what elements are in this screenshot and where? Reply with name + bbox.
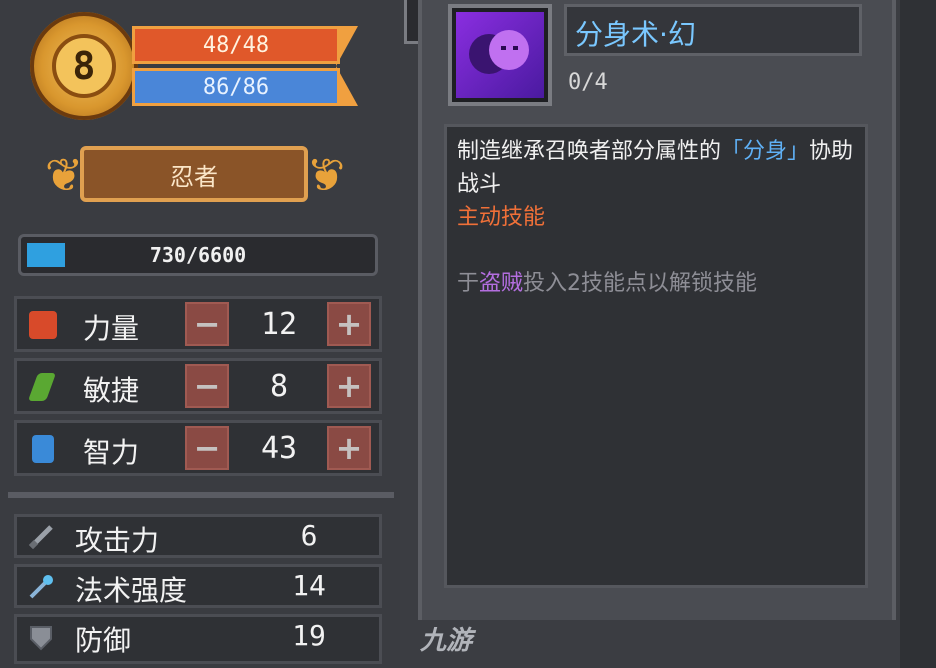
stat-label: 力量 — [83, 312, 140, 345]
agility-decrease-button[interactable]: − — [185, 364, 229, 408]
skill-description-box: 制造继承召唤者部分属性的「分身」协助战斗 主动技能 于盗贼投入2技能点以解锁技能 — [444, 124, 868, 588]
stat-row-strength: 力量 − 12 + — [14, 296, 382, 352]
xp-text: 730/6600 — [149, 243, 247, 267]
xp-bar: 730/6600 — [18, 234, 378, 276]
attr-row-attack: 攻击力 6 — [14, 514, 382, 558]
skill-description: 制造继承召唤者部分属性的「分身」协助战斗 主动技能 于盗贼投入2技能点以解锁技能 — [457, 135, 861, 300]
strength-increase-button[interactable]: + — [327, 302, 371, 346]
attr-row-spell-power: 法术强度 14 — [14, 564, 382, 608]
skill-icon-frame[interactable] — [448, 4, 552, 106]
stat-value: 43 — [260, 431, 298, 466]
unlock-class: 盗贼 — [479, 271, 524, 296]
level-number: 8 — [72, 44, 96, 88]
agility-increase-button[interactable]: + — [327, 364, 371, 408]
strength-decrease-button[interactable]: − — [185, 302, 229, 346]
clone-shadow-icon — [469, 30, 529, 74]
hp-bar: 48/48 — [132, 26, 340, 64]
skill-title-box: 分身术·幻 — [564, 4, 862, 56]
fist-icon — [29, 311, 57, 339]
stat-row-intelligence: 智力 − 43 + — [14, 420, 382, 476]
sword-icon — [28, 525, 53, 550]
right-edge-panel — [900, 0, 936, 668]
laurel-right-icon: ❦ — [306, 148, 346, 202]
intelligence-decrease-button[interactable]: − — [185, 426, 229, 470]
level-badge: 8 — [30, 12, 138, 120]
unlock-suffix: 投入2技能点以解锁技能 — [523, 271, 758, 296]
stat-row-agility: 敏捷 − 8 + — [14, 358, 382, 414]
skill-icon — [456, 12, 544, 98]
staff-icon — [29, 575, 53, 599]
stat-label: 敏捷 — [83, 374, 140, 407]
unlock-prefix: 于 — [457, 271, 480, 296]
skill-level: 0/4 — [568, 70, 608, 95]
attr-value: 14 — [292, 569, 326, 602]
desc-part1: 制造继承召唤者部分属性的 — [457, 139, 722, 164]
mp-bar: 86/86 — [132, 68, 340, 106]
stat-value: 12 — [260, 307, 298, 342]
skill-title: 分身术·幻 — [575, 18, 696, 51]
divider — [8, 492, 394, 498]
attr-label: 攻击力 — [75, 524, 160, 557]
stat-label: 智力 — [83, 436, 140, 469]
class-name-plate: 忍者 — [80, 146, 308, 202]
intelligence-increase-button[interactable]: + — [327, 426, 371, 470]
watermark: 九游 — [420, 626, 473, 656]
attr-value: 19 — [292, 619, 326, 652]
shield-icon — [30, 626, 52, 651]
attr-row-defense: 防御 19 — [14, 614, 382, 664]
skill-type: 主动技能 — [457, 205, 546, 230]
attr-label: 防御 — [75, 624, 132, 657]
feather-icon — [27, 373, 57, 401]
book-icon — [32, 435, 54, 463]
attr-value: 6 — [300, 519, 318, 552]
attr-label: 法术强度 — [75, 574, 188, 607]
stat-value: 8 — [269, 369, 289, 404]
laurel-left-icon: ❦ — [44, 148, 84, 202]
desc-highlight: 「分身」 — [721, 139, 810, 164]
level-badge-inner: 8 — [52, 34, 116, 98]
